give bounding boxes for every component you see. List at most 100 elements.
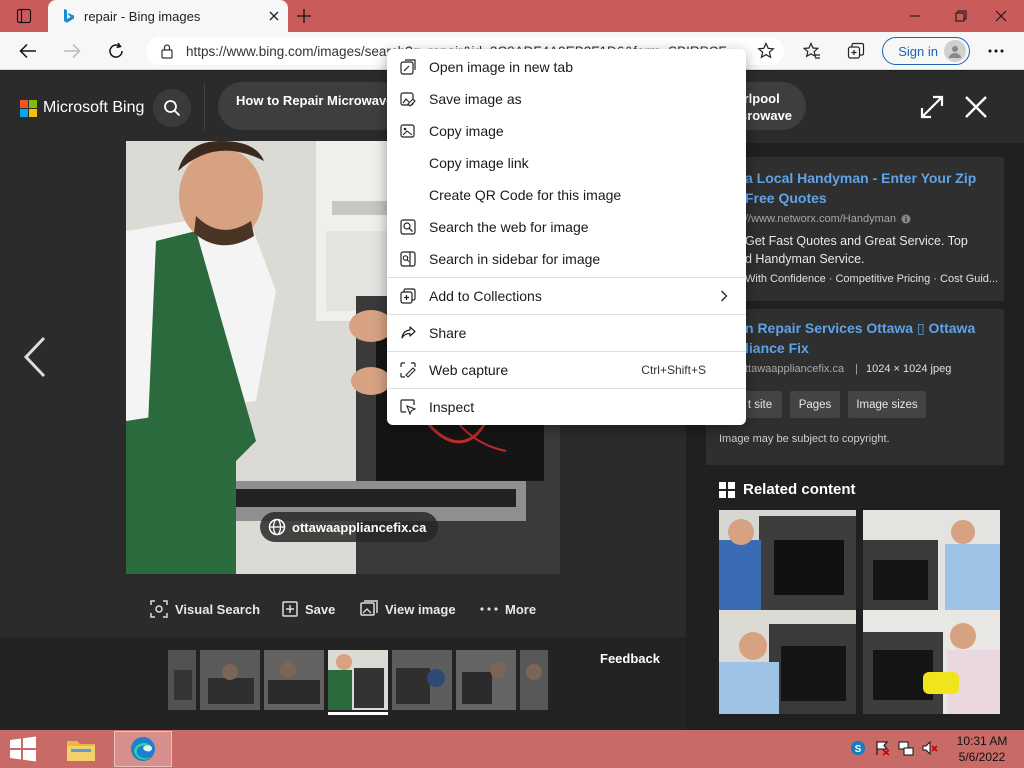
menu-item-copy-image[interactable]: Copy image	[387, 115, 746, 147]
result-source: ttawaappliancefix.ca	[745, 363, 845, 375]
action-center-flag-icon[interactable]	[874, 740, 890, 756]
collections-icon	[847, 42, 865, 59]
source-badge[interactable]: ottawaappliancefix.ca	[260, 512, 439, 542]
volume-muted-icon[interactable]	[922, 740, 938, 756]
menu-item-open-new-tab[interactable]: Open image in new tab	[387, 51, 746, 83]
collections-toolbar-button[interactable]	[840, 35, 872, 67]
expand-icon	[920, 95, 944, 119]
menu-item-label: Add to Collections	[429, 288, 542, 304]
skype-tray-icon[interactable]: S	[850, 740, 866, 756]
menu-item-search-in-sidebar[interactable]: Search in sidebar for image	[387, 243, 746, 275]
pages-chip[interactable]: Pages	[790, 391, 840, 418]
menu-item-label: Search the web for image	[429, 219, 589, 235]
save-plus-icon	[282, 601, 298, 617]
favorites-button[interactable]	[796, 35, 828, 67]
image-sizes-chip[interactable]: Image sizes	[848, 391, 926, 418]
menu-item-search-web-for-image[interactable]: Search the web for image	[387, 211, 746, 243]
share-icon	[401, 326, 416, 339]
related-search-pill[interactable]: How to Repair Microwave	[218, 82, 404, 130]
close-window-button[interactable]	[978, 0, 1024, 32]
visual-search-icon	[150, 600, 168, 618]
menu-item-create-qr-code[interactable]: Create QR Code for this image	[387, 179, 746, 211]
visual-search-icon	[400, 219, 416, 235]
ad-desc-line: d Handyman Service.	[745, 252, 865, 266]
ellipsis-icon	[988, 49, 1004, 53]
favorite-star-button[interactable]	[750, 35, 782, 67]
close-viewer-button[interactable]	[962, 93, 990, 121]
menu-item-add-to-collections[interactable]: Add to Collections	[387, 280, 746, 312]
menu-item-copy-image-link[interactable]: Copy image link	[387, 147, 746, 179]
feedback-link[interactable]: Feedback	[600, 651, 660, 666]
minimize-icon	[910, 15, 920, 17]
search-icon	[164, 100, 181, 117]
copy-image-icon	[400, 124, 415, 138]
related-image[interactable]	[719, 510, 856, 614]
action-label: Save	[305, 601, 336, 617]
thumbnail[interactable]	[264, 650, 324, 710]
minimize-button[interactable]	[892, 0, 938, 32]
menu-item-label: Open image in new tab	[429, 59, 573, 75]
ad-title-link[interactable]: a Local Handyman - Enter Your Zip Free Q…	[745, 168, 995, 208]
star-plus-icon	[757, 42, 775, 59]
search-button[interactable]	[153, 89, 191, 127]
refresh-icon	[109, 42, 123, 58]
visual-search-action[interactable]: Visual Search	[150, 598, 260, 620]
network-icon[interactable]	[898, 740, 914, 756]
info-icon[interactable]	[901, 214, 911, 224]
forward-button[interactable]	[56, 35, 88, 67]
edge-icon	[131, 737, 155, 761]
ad-features: With Confidence · Competitive Pricing · …	[745, 273, 999, 285]
result-title-link[interactable]: n Repair Services Ottawa ▯ Ottawa liance…	[745, 318, 995, 358]
browser-tab[interactable]: repair - Bing images	[48, 0, 288, 32]
result-title-line: n Repair Services Ottawa ▯ Ottawa	[745, 320, 976, 336]
ad-desc-line: Get Fast Quotes and Great Service. Top	[745, 234, 968, 248]
settings-more-button[interactable]	[980, 35, 1012, 67]
related-image[interactable]	[719, 610, 856, 714]
view-image-icon	[360, 600, 378, 616]
thumbnail[interactable]	[392, 650, 452, 710]
system-clock[interactable]: 10:31 AM 5/6/2022	[944, 733, 1020, 765]
refresh-button[interactable]	[100, 35, 132, 67]
sign-in-button[interactable]: Sign in	[882, 37, 970, 65]
grid-icon	[719, 481, 735, 498]
context-menu: Open image in new tab Save image as Copy…	[387, 49, 746, 425]
thumbnail[interactable]	[520, 650, 548, 710]
thumbnail[interactable]	[168, 650, 196, 710]
result-title-line: liance Fix	[745, 340, 809, 356]
open-new-tab-icon	[400, 59, 416, 75]
menu-item-inspect[interactable]: Inspect	[387, 391, 746, 423]
tab-actions-button[interactable]	[0, 0, 48, 32]
lock-icon	[161, 44, 173, 59]
ad-url: //www.networx.com/Handyman	[745, 213, 911, 225]
previous-image-button[interactable]	[22, 336, 48, 378]
back-button[interactable]	[12, 35, 44, 67]
action-label: View image	[385, 601, 456, 617]
fullscreen-button[interactable]	[918, 93, 946, 121]
menu-separator	[387, 351, 746, 352]
more-action[interactable]: More	[480, 598, 536, 620]
divider	[204, 84, 205, 130]
related-image[interactable]	[863, 510, 1000, 614]
svg-text:S: S	[855, 744, 862, 755]
menu-item-save-image-as[interactable]: Save image as	[387, 83, 746, 115]
thumbnail[interactable]	[200, 650, 260, 710]
chevron-right-icon	[721, 290, 728, 302]
related-image[interactable]	[863, 610, 1000, 714]
related-content-heading: Related content	[719, 481, 856, 498]
menu-item-share[interactable]: Share	[387, 317, 746, 349]
ellipsis-icon	[480, 607, 498, 611]
selected-indicator	[328, 712, 388, 715]
menu-separator	[387, 277, 746, 278]
new-tab-button[interactable]	[284, 0, 324, 32]
file-explorer-button[interactable]	[58, 731, 104, 767]
thumbnail[interactable]	[456, 650, 516, 710]
view-image-action[interactable]: View image	[360, 598, 456, 620]
thumbnail-selected[interactable]	[328, 650, 388, 710]
edge-taskbar-button[interactable]	[114, 731, 172, 767]
avatar-icon	[944, 40, 966, 62]
start-button[interactable]	[8, 735, 38, 763]
bing-logo[interactable]: Microsoft Bing	[20, 99, 144, 117]
save-action[interactable]: Save	[282, 598, 335, 620]
menu-item-web-capture[interactable]: Web capture Ctrl+Shift+S	[387, 354, 746, 386]
sidebar-search-icon	[400, 251, 416, 267]
